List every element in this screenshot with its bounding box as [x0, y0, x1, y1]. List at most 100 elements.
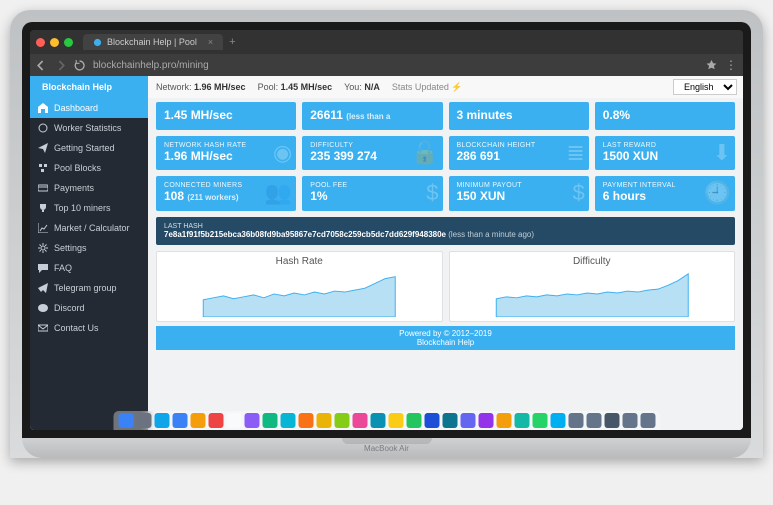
dock-app-icon[interactable] [190, 413, 205, 428]
dock-app-icon[interactable] [460, 413, 475, 428]
sidebar-item-label: Top 10 miners [54, 203, 111, 213]
mail-icon [38, 323, 48, 333]
tile-bg-icon: ≣ [566, 140, 584, 166]
dock-app-icon[interactable] [568, 413, 583, 428]
sidebar-item-contact-us[interactable]: Contact Us [30, 318, 148, 338]
tile-value: 150 XUN [457, 189, 581, 205]
footer: Powered by © 2012–2019 Blockchain Help [156, 326, 735, 350]
dock-app-icon[interactable] [514, 413, 529, 428]
new-tab-button[interactable]: + [229, 36, 235, 48]
sidebar-item-discord[interactable]: Discord [30, 298, 148, 318]
tile-value: 1.45 MH/sec [164, 108, 288, 124]
close-window-button[interactable] [36, 38, 45, 47]
laptop-frame: Blockchain Help | Pool × + blockchainhel… [10, 10, 763, 458]
reload-icon[interactable] [74, 60, 85, 71]
tile-label: NETWORK HASH RATE [164, 142, 288, 149]
dock-app-icon[interactable] [298, 413, 313, 428]
stat-tile: NETWORK HASH RATE1.96 MH/sec◉ [156, 136, 296, 171]
tile-bg-icon: ⬇ [713, 140, 731, 166]
dock-app-icon[interactable] [316, 413, 331, 428]
dock-app-icon[interactable] [496, 413, 511, 428]
minimize-window-button[interactable] [50, 38, 59, 47]
tab-favicon-icon [93, 38, 102, 47]
sidebar-item-getting-started[interactable]: Getting Started [30, 138, 148, 158]
dock-app-icon[interactable] [604, 413, 619, 428]
sidebar-item-top-10-miners[interactable]: Top 10 miners [30, 198, 148, 218]
tile-row-1: NETWORK HASH RATE1.96 MH/sec◉DIFFICULTY2… [156, 136, 735, 171]
dock-app-icon[interactable] [136, 413, 151, 428]
tile-bg-icon: 🕘 [704, 180, 731, 206]
telegram-icon [38, 283, 48, 293]
home-icon [38, 103, 48, 113]
language-select[interactable]: English [673, 79, 737, 95]
stat-tile: 3 minutes [449, 102, 589, 130]
stat-tile: BLOCKCHAIN HEIGHT286 691≣ [449, 136, 589, 171]
dock-app-icon[interactable] [388, 413, 403, 428]
tile-value: 286 691 [457, 149, 581, 165]
sidebar-item-payments[interactable]: Payments [30, 178, 148, 198]
sidebar-item-faq[interactable]: FAQ [30, 258, 148, 278]
stat-tile: POOL FEE1%$ [302, 176, 442, 211]
dock-app-icon[interactable] [334, 413, 349, 428]
sidebar-item-market-calculator[interactable]: Market / Calculator [30, 218, 148, 238]
app-container: Blockchain Help Network: 1.96 MH/sec Poo… [30, 76, 743, 430]
sidebar-item-label: Settings [54, 243, 87, 253]
sidebar-item-label: Dashboard [54, 103, 98, 113]
dock-app-icon[interactable] [478, 413, 493, 428]
tile-value: 1.96 MH/sec [164, 149, 288, 165]
sidebar-item-dashboard[interactable]: Dashboard [30, 98, 148, 118]
dock-app-icon[interactable] [586, 413, 601, 428]
last-hash-value: 7e8a1f91f5b215ebca36b08fd9ba95867e7cd705… [164, 230, 446, 239]
stat-tile: DIFFICULTY235 399 274🔓 [302, 136, 442, 171]
menu-icon[interactable]: ⋮ [725, 58, 737, 72]
tab-close-icon[interactable]: × [208, 37, 213, 47]
star-icon[interactable] [706, 60, 717, 71]
sidebar-item-settings[interactable]: Settings [30, 238, 148, 258]
dock-app-icon[interactable] [442, 413, 457, 428]
forward-icon[interactable] [55, 60, 66, 71]
browser-url-bar: blockchainhelp.pro/mining ⋮ [30, 54, 743, 76]
dock-app-icon[interactable] [154, 413, 169, 428]
stat-tile: 0.8% [595, 102, 735, 130]
maximize-window-button[interactable] [64, 38, 73, 47]
dock-app-icon[interactable] [550, 413, 565, 428]
dock-app-icon[interactable] [352, 413, 367, 428]
dock-app-icon[interactable] [406, 413, 421, 428]
app-body: Dashboard Worker Statistics Getting Starte… [30, 98, 743, 430]
back-icon[interactable] [36, 60, 47, 71]
dock-app-icon[interactable] [262, 413, 277, 428]
dock-app-icon[interactable] [226, 413, 241, 428]
tile-value: 26611 (less than a [310, 108, 434, 124]
dock-app-icon[interactable] [532, 413, 547, 428]
hashrate-chart: Hash Rate [156, 251, 443, 322]
sidebar-item-label: Telegram group [54, 283, 117, 293]
sidebar-item-pool-blocks[interactable]: Pool Blocks [30, 158, 148, 178]
sidebar-item-label: Discord [54, 303, 85, 313]
sidebar-item-telegram-group[interactable]: Telegram group [30, 278, 148, 298]
dock-app-icon[interactable] [118, 413, 133, 428]
dock-app-icon[interactable] [244, 413, 259, 428]
sidebar-item-worker-statistics[interactable]: Worker Statistics [30, 118, 148, 138]
dock-app-icon[interactable] [370, 413, 385, 428]
screen: Blockchain Help | Pool × + blockchainhel… [30, 30, 743, 430]
browser-tab[interactable]: Blockchain Help | Pool × [83, 34, 223, 50]
chart-row: Hash Rate Difficulty [156, 251, 735, 322]
stat-tile: 1.45 MH/sec [156, 102, 296, 130]
dock-app-icon[interactable] [424, 413, 439, 428]
hashrate-chart-svg [161, 269, 438, 317]
main-content: 1.45 MH/sec 26611 (less than a 3 minutes0.… [148, 98, 743, 430]
difficulty-chart-svg [454, 269, 731, 317]
sidebar-item-label: Worker Statistics [54, 123, 121, 133]
dock-app-icon[interactable] [172, 413, 187, 428]
card-icon [38, 183, 48, 193]
laptop-model-label: MacBook Air [364, 444, 409, 453]
macos-dock[interactable] [113, 411, 660, 430]
dock-app-icon[interactable] [208, 413, 223, 428]
dock-app-icon[interactable] [622, 413, 637, 428]
url-text[interactable]: blockchainhelp.pro/mining [93, 60, 698, 71]
tile-label: LAST REWARD [603, 142, 727, 149]
dock-app-icon[interactable] [640, 413, 655, 428]
dock-app-icon[interactable] [280, 413, 295, 428]
chat-icon [38, 263, 48, 273]
stat-tile: CONNECTED MINERS108 (211 workers)👥 [156, 176, 296, 211]
